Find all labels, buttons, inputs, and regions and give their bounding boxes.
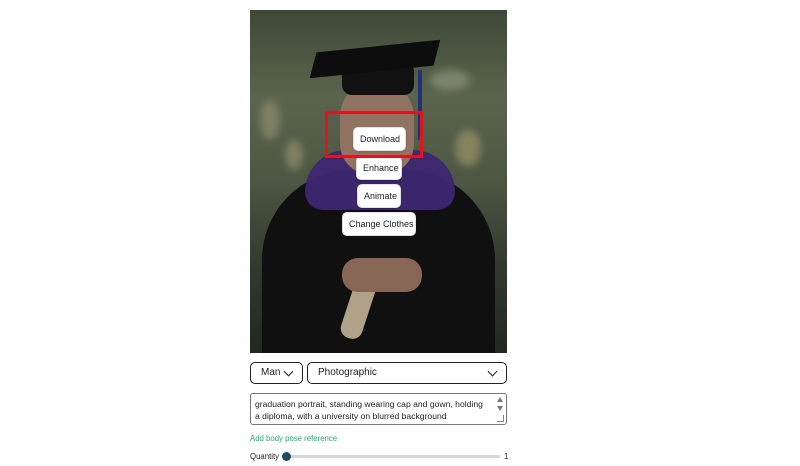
animate-button[interactable]: Animate — [357, 184, 401, 208]
quantity-slider-thumb[interactable] — [282, 452, 291, 461]
style-select[interactable]: Photographic — [307, 362, 507, 384]
scroll-up-icon[interactable] — [497, 397, 503, 402]
chevron-down-icon — [283, 366, 294, 376]
hover-overlay — [250, 10, 507, 353]
chevron-down-icon — [487, 366, 498, 376]
generated-image — [250, 10, 507, 353]
download-highlight-box — [325, 111, 423, 158]
gender-select-value: Man — [261, 367, 281, 378]
change-clothes-button[interactable]: Change Clothes — [342, 212, 416, 236]
quantity-slider-track[interactable] — [284, 455, 500, 458]
add-body-pose-link[interactable]: Add body pose reference — [250, 434, 337, 443]
quantity-label: Quantity — [250, 452, 280, 461]
resize-handle-icon[interactable] — [497, 415, 504, 422]
quantity-value: 1 — [504, 452, 509, 461]
enhance-button[interactable]: Enhance — [356, 156, 402, 180]
prompt-textarea[interactable]: graduation portrait, standing wearing ca… — [250, 393, 507, 425]
style-select-value: Photographic — [318, 367, 377, 378]
gender-select[interactable]: Man — [250, 362, 303, 384]
prompt-text: graduation portrait, standing wearing ca… — [255, 399, 483, 421]
scroll-down-icon[interactable] — [497, 406, 503, 411]
